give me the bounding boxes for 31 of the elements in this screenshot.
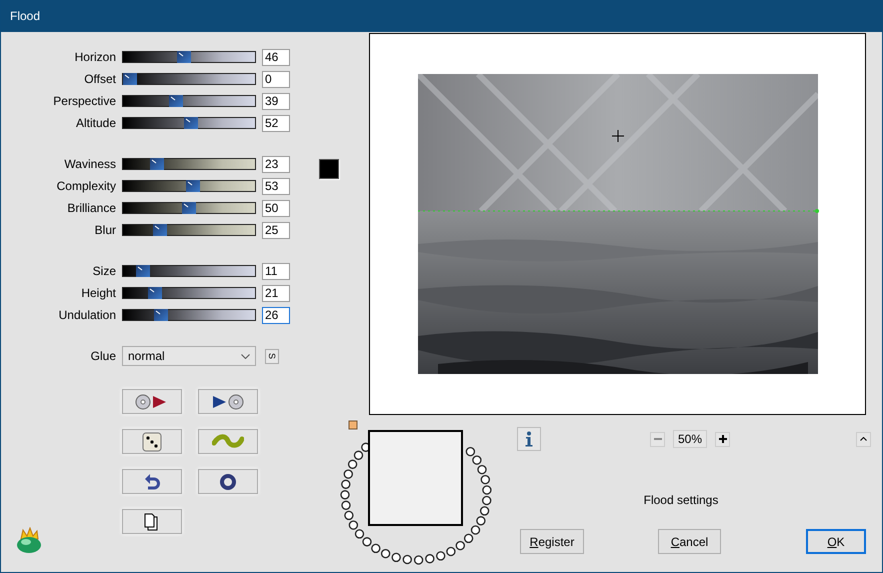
dialog-button[interactable]: Cancel — [658, 529, 721, 554]
slider-label: Undulation — [58, 308, 116, 322]
zoom-value: 50% — [673, 430, 708, 448]
value-field[interactable]: 26 — [262, 306, 290, 324]
glue-dropdown[interactable]: normal — [122, 346, 256, 366]
slider-label: Perspective — [52, 94, 116, 108]
value-field[interactable]: 0 — [262, 70, 290, 88]
slider-label: Altitude — [74, 116, 116, 130]
dialog-button[interactable]: OK — [806, 529, 866, 554]
value-field[interactable]: 46 — [262, 48, 290, 66]
value-field[interactable]: 50 — [262, 200, 290, 216]
value-field[interactable]: 25 — [262, 222, 290, 238]
status-text: Flood settings — [642, 493, 720, 507]
value-field[interactable]: 23 — [262, 156, 290, 172]
slider-label: Blur — [94, 223, 116, 237]
s-button[interactable]: S — [265, 348, 279, 364]
value-field[interactable]: 39 — [262, 92, 290, 110]
glue-label: Glue — [90, 349, 116, 363]
slider-label: Brilliance — [66, 201, 116, 215]
slider-label: Offset — [83, 72, 116, 86]
slider-label: Complexity — [56, 179, 116, 193]
slider-label: Size — [92, 264, 116, 278]
value-field[interactable]: 11 — [262, 262, 290, 280]
slider-label: Height — [80, 286, 116, 300]
slider-label: Waviness — [63, 157, 116, 171]
window-title: Flood — [10, 9, 40, 23]
value-field[interactable]: 21 — [262, 284, 290, 302]
value-field[interactable]: 53 — [262, 178, 290, 194]
dialog-button[interactable]: Register — [520, 529, 584, 554]
value-field[interactable]: 52 — [262, 114, 290, 132]
slider-label: Horizon — [74, 50, 116, 64]
